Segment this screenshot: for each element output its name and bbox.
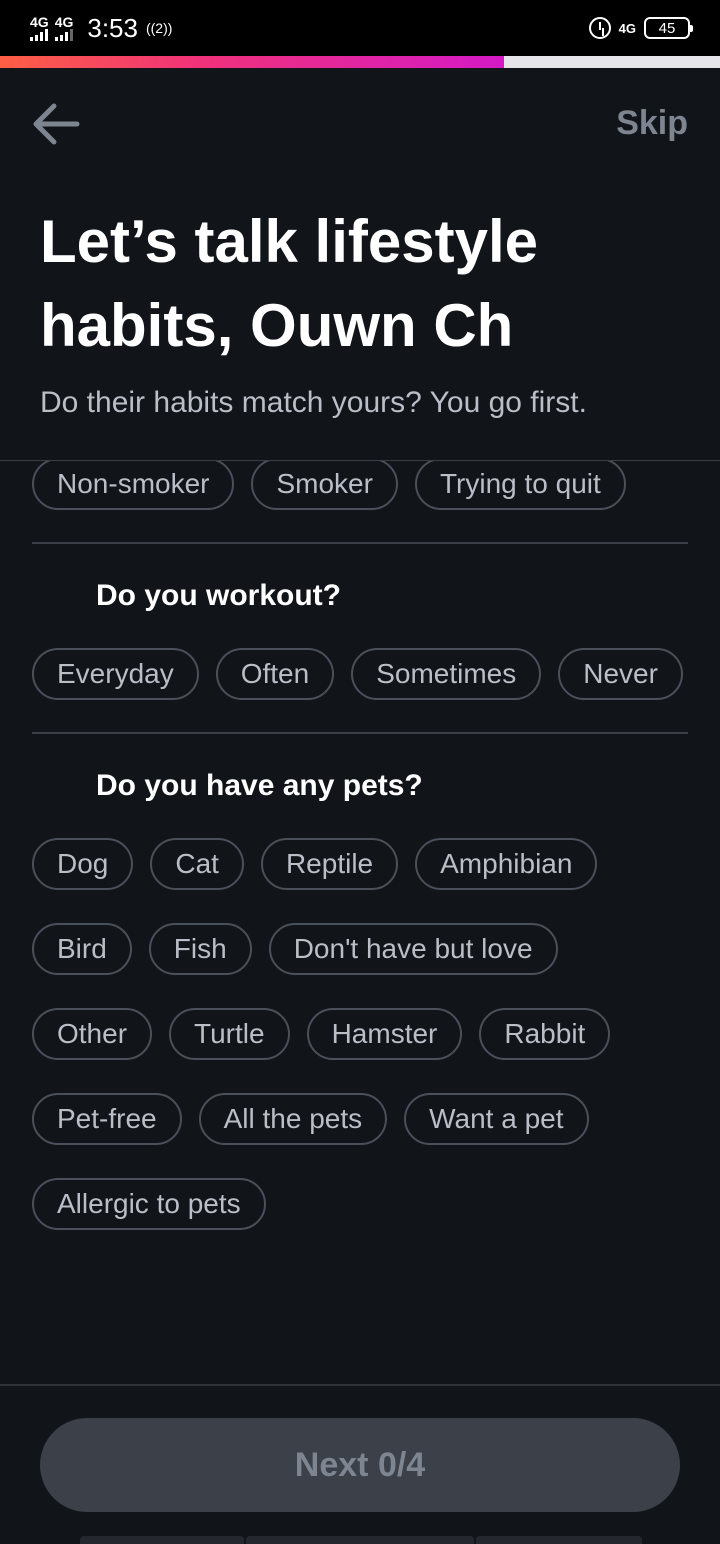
chip-other[interactable]: Other (32, 1008, 153, 1060)
page-subtitle: Do their habits match yours? You go firs… (40, 386, 587, 419)
alarm-icon (588, 17, 611, 39)
footer-divider (0, 1384, 720, 1386)
chip-dont-have-but-love[interactable]: Don't have but love (268, 923, 558, 975)
back-button[interactable] (28, 96, 84, 152)
options-list: Non-smoker Smoker Trying to quit Do you … (32, 461, 688, 1230)
next-button[interactable]: Next 0/4 (40, 1418, 680, 1512)
status-right: 4G 45 (588, 17, 693, 39)
section-divider (32, 732, 688, 734)
workout-options: Everyday Often Sometimes Never (32, 648, 688, 700)
chip-trying-to-quit[interactable]: Trying to quit (414, 461, 626, 510)
chip-bird[interactable]: Bird (32, 923, 132, 975)
network-type-1: 4G (30, 14, 49, 30)
chip-dog[interactable]: Dog (32, 838, 134, 890)
options-scroll-area[interactable]: Non-smoker Smoker Trying to quit Do you … (0, 461, 720, 1384)
chip-all-the-pets[interactable]: All the pets (198, 1093, 388, 1145)
chip-allergic-to-pets[interactable]: Allergic to pets (32, 1178, 266, 1230)
chip-reptile[interactable]: Reptile (260, 838, 399, 890)
chip-amphibian[interactable]: Amphibian (415, 838, 598, 890)
chip-often[interactable]: Often (215, 648, 335, 700)
chip-smoker[interactable]: Smoker (251, 461, 398, 510)
chip-never[interactable]: Never (558, 648, 683, 700)
arrow-left-icon (33, 103, 80, 145)
section-divider (32, 542, 688, 544)
page-title: Let’s talk lifestyle habits, Ouwn Ch (40, 208, 538, 359)
chip-rabbit[interactable]: Rabbit (479, 1008, 611, 1060)
chip-cat[interactable]: Cat (150, 838, 244, 890)
workout-heading: Do you workout? (96, 579, 341, 612)
network-type-2: 4G (54, 14, 74, 30)
keyboard-hint-bar (80, 1536, 244, 1544)
signal-1: 4G (30, 15, 49, 41)
battery-level: 45 (658, 19, 676, 37)
pets-heading: Do you have any pets? (96, 769, 423, 802)
smoking-options: Non-smoker Smoker Trying to quit (32, 461, 688, 510)
battery-icon: 45 (644, 17, 693, 39)
network-type-right: 4G (618, 20, 636, 36)
status-bar: 4G 4G 3:53 ((2)) 4G 45 (0, 0, 720, 56)
keyboard-hint-bar (246, 1536, 474, 1544)
chip-non-smoker[interactable]: Non-smoker (32, 461, 235, 510)
nfc-icon: ((2)) (145, 20, 173, 36)
keyboard-hint-bar (476, 1536, 642, 1544)
chip-want-a-pet[interactable]: Want a pet (404, 1093, 589, 1145)
signal-2: 4G (54, 14, 74, 41)
skip-button[interactable]: Skip (616, 104, 688, 143)
pets-options: Dog Cat Reptile Amphibian Bird Fish Don'… (32, 838, 688, 1230)
chip-everyday[interactable]: Everyday (32, 648, 199, 700)
onboarding-progress-bar (0, 56, 720, 68)
progress-fill (0, 56, 504, 68)
clock: 3:53 (87, 12, 138, 43)
chip-fish[interactable]: Fish (148, 923, 252, 975)
chip-turtle[interactable]: Turtle (169, 1008, 290, 1060)
chip-hamster[interactable]: Hamster (306, 1008, 463, 1060)
chip-pet-free[interactable]: Pet-free (32, 1093, 182, 1145)
chip-sometimes[interactable]: Sometimes (351, 648, 542, 700)
signal-bars-icon (30, 29, 48, 41)
signal-bars-icon (54, 29, 73, 41)
